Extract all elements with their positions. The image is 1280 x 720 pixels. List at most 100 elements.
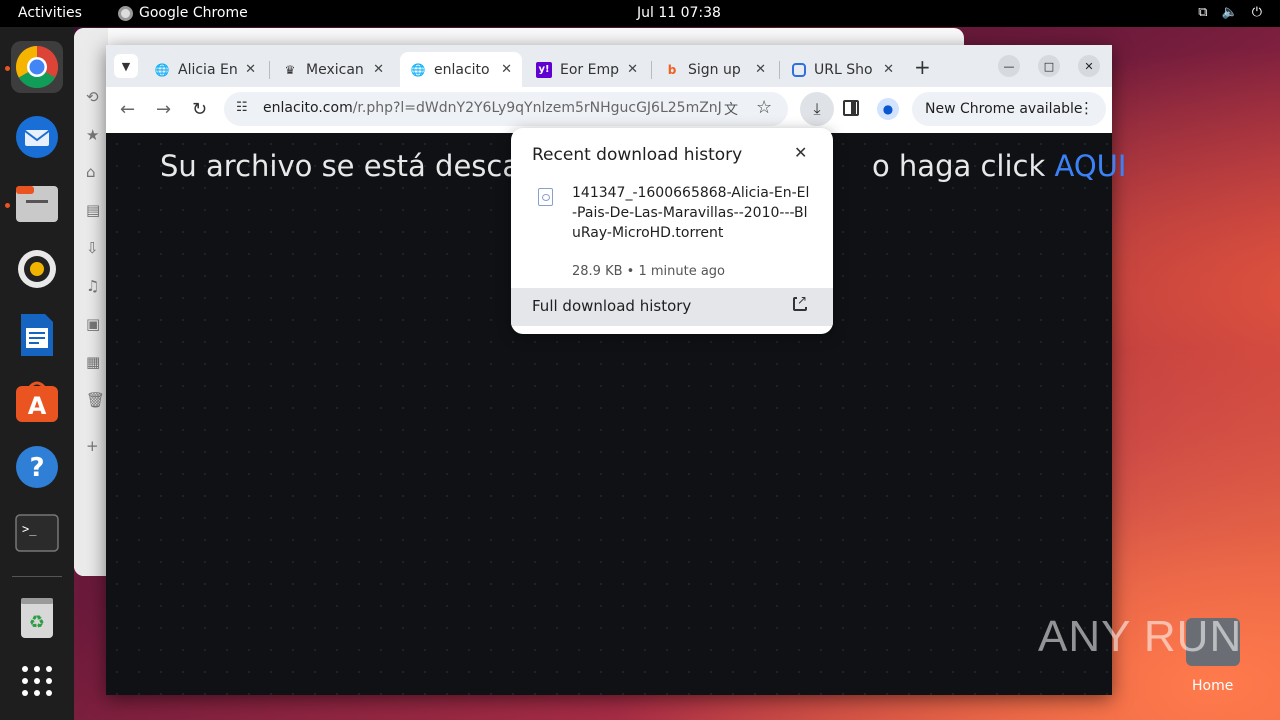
arrow-left-icon: ← — [120, 99, 136, 120]
chrome-icon — [118, 5, 133, 21]
download-file-name[interactable]: 141347_-1600665868-Alicia-En-El-Pais-De-… — [572, 183, 812, 243]
tab-alicia[interactable]: 🌐 Alicia En ✕ — [144, 52, 266, 87]
globe-icon: 🌐 — [154, 62, 170, 77]
maximize-button[interactable]: □ — [1038, 55, 1060, 77]
toolbar: ← → ↻ ☷ enlacito.com/r.php?l=dWdnY2Y6Ly9… — [106, 87, 1112, 133]
tab-separator — [651, 61, 652, 79]
open-external-icon — [793, 293, 808, 311]
pictures-icon[interactable]: ▣ — [86, 315, 100, 333]
dock-files[interactable] — [11, 177, 63, 229]
system-tray[interactable]: ⧉ 🔈 ⏻ — [1198, 5, 1262, 20]
top-bar: Activities Google Chrome Jul 11 07:38 ⧉ … — [0, 0, 1280, 27]
close-icon: ✕ — [1084, 59, 1094, 73]
download-bubble: Recent download history ✕ 141347_-160066… — [511, 128, 833, 334]
bubble-heading: Recent download history — [532, 145, 743, 165]
tab-title: Alicia En — [178, 61, 238, 78]
reload-icon: ↻ — [192, 99, 208, 120]
close-tab-icon[interactable]: ✕ — [373, 62, 384, 77]
tab-separator — [779, 61, 780, 79]
full-download-history-button[interactable]: Full download history — [511, 288, 833, 326]
new-chrome-available-button[interactable]: New Chrome available ⋮ — [912, 92, 1106, 126]
help-icon: ? — [16, 446, 58, 488]
arrow-right-icon: → — [156, 99, 172, 120]
tab-url-shortener[interactable]: URL Sho ✕ — [782, 52, 904, 87]
side-panel-icon[interactable] — [843, 100, 859, 116]
url-text[interactable]: enlacito.com/r.php?l=dWdnY2Y6Ly9qYnlzem5… — [263, 100, 723, 116]
dock-thunderbird[interactable] — [11, 111, 63, 163]
trash-icon: ♻ — [21, 598, 53, 638]
svg-text:A: A — [28, 392, 47, 420]
site-info-icon[interactable]: ☷ — [236, 100, 248, 115]
bitly-icon: b — [667, 62, 677, 77]
starred-icon[interactable]: ★ — [86, 126, 99, 144]
dock-show-apps[interactable] — [11, 655, 63, 707]
app-name: Google Chrome — [139, 5, 248, 21]
tab-title: URL Sho — [814, 61, 873, 78]
dock-libreoffice-writer[interactable] — [11, 309, 63, 361]
more-options-icon[interactable]: ⋮ — [1079, 99, 1094, 117]
recent-icon[interactable]: ⟲ — [86, 88, 99, 106]
home-icon[interactable]: ⌂ — [86, 163, 96, 181]
url-path: /r.php?l=dWdnY2Y6Ly9qYnlzem5rNHgucGJ6L25… — [352, 100, 723, 116]
globe-icon: 🌐 — [410, 62, 426, 77]
aqui-link[interactable]: AQUI — [1054, 149, 1126, 183]
url-host: enlacito.com — [263, 100, 353, 116]
bookmark-star-icon[interactable]: ☆ — [756, 97, 772, 118]
translate-icon[interactable]: 文 — [724, 99, 738, 119]
headline-text-end: o haga click — [871, 149, 1055, 183]
tab-title: Sign up — [688, 61, 741, 78]
minimize-button[interactable]: — — [998, 55, 1020, 77]
rhythmbox-icon — [18, 250, 56, 288]
app-menu[interactable]: Google Chrome — [118, 5, 248, 21]
power-icon: ⏻ — [1251, 5, 1262, 20]
svg-text:?: ? — [29, 453, 44, 483]
close-tab-icon[interactable]: ✕ — [883, 62, 894, 77]
close-tab-icon[interactable]: ✕ — [627, 62, 638, 77]
anyrun-watermark: ANY RUN — [1038, 612, 1243, 661]
dock-rhythmbox[interactable] — [11, 243, 63, 295]
close-tab-icon[interactable]: ✕ — [245, 62, 256, 77]
dock-help[interactable]: ? — [11, 441, 63, 493]
documents-icon[interactable]: ▤ — [86, 201, 100, 219]
clock[interactable]: Jul 11 07:38 — [637, 5, 721, 21]
dock-chrome[interactable] — [11, 41, 63, 93]
thunderbird-icon — [16, 116, 58, 158]
profile-avatar-icon[interactable]: ● — [877, 98, 899, 120]
downloads-button[interactable]: ⤓ — [800, 92, 834, 126]
file-icon — [538, 188, 553, 206]
running-indicator — [5, 66, 10, 71]
chevron-down-icon: ▼ — [121, 59, 131, 73]
close-window-button[interactable]: ✕ — [1078, 55, 1100, 77]
new-tab-button[interactable]: + — [914, 55, 931, 79]
running-indicator — [5, 203, 10, 208]
headline-text-start: Su archivo se está descarg — [160, 149, 550, 183]
address-bar[interactable]: ☷ enlacito.com/r.php?l=dWdnY2Y6Ly9qYnlze… — [224, 92, 788, 126]
svg-text:♻: ♻ — [29, 612, 45, 633]
dock-terminal[interactable]: >_ — [11, 507, 63, 559]
reload-button[interactable]: ↻ — [192, 99, 207, 120]
close-tab-icon[interactable]: ✕ — [755, 62, 766, 77]
downloads-icon[interactable]: ⇩ — [86, 239, 99, 257]
update-label: New Chrome available — [925, 101, 1083, 117]
tab-strip: ▼ 🌐 Alicia En ✕ ♛ Mexican ✕ 🌐 enlacito ✕… — [106, 45, 1112, 87]
close-tab-icon[interactable]: ✕ — [501, 62, 512, 77]
tab-enlacito[interactable]: 🌐 enlacito ✕ — [400, 52, 522, 87]
chrome-icon — [15, 45, 59, 89]
videos-icon[interactable]: ▦ — [86, 353, 100, 371]
tab-search-button[interactable]: ▼ — [114, 54, 138, 78]
trash-icon[interactable]: 🗑 — [86, 391, 105, 409]
add-location-icon[interactable]: + — [86, 437, 99, 455]
forward-button[interactable]: → — [156, 99, 171, 120]
writer-icon — [21, 314, 53, 356]
tab-separator — [269, 61, 270, 79]
tab-eor-emp[interactable]: y! Eor Emp ✕ — [526, 52, 648, 87]
dock-app-center[interactable]: A — [11, 375, 63, 427]
tab-sign-up[interactable]: b Sign up ✕ — [654, 52, 776, 87]
activities-button[interactable]: Activities — [18, 5, 82, 21]
tab-mexican[interactable]: ♛ Mexican ✕ — [272, 52, 394, 87]
tab-title: enlacito — [434, 61, 490, 78]
close-bubble-icon[interactable]: ✕ — [794, 143, 807, 162]
music-icon[interactable]: ♫ — [86, 277, 99, 295]
back-button[interactable]: ← — [120, 99, 135, 120]
dock-trash[interactable]: ♻ — [11, 591, 63, 643]
